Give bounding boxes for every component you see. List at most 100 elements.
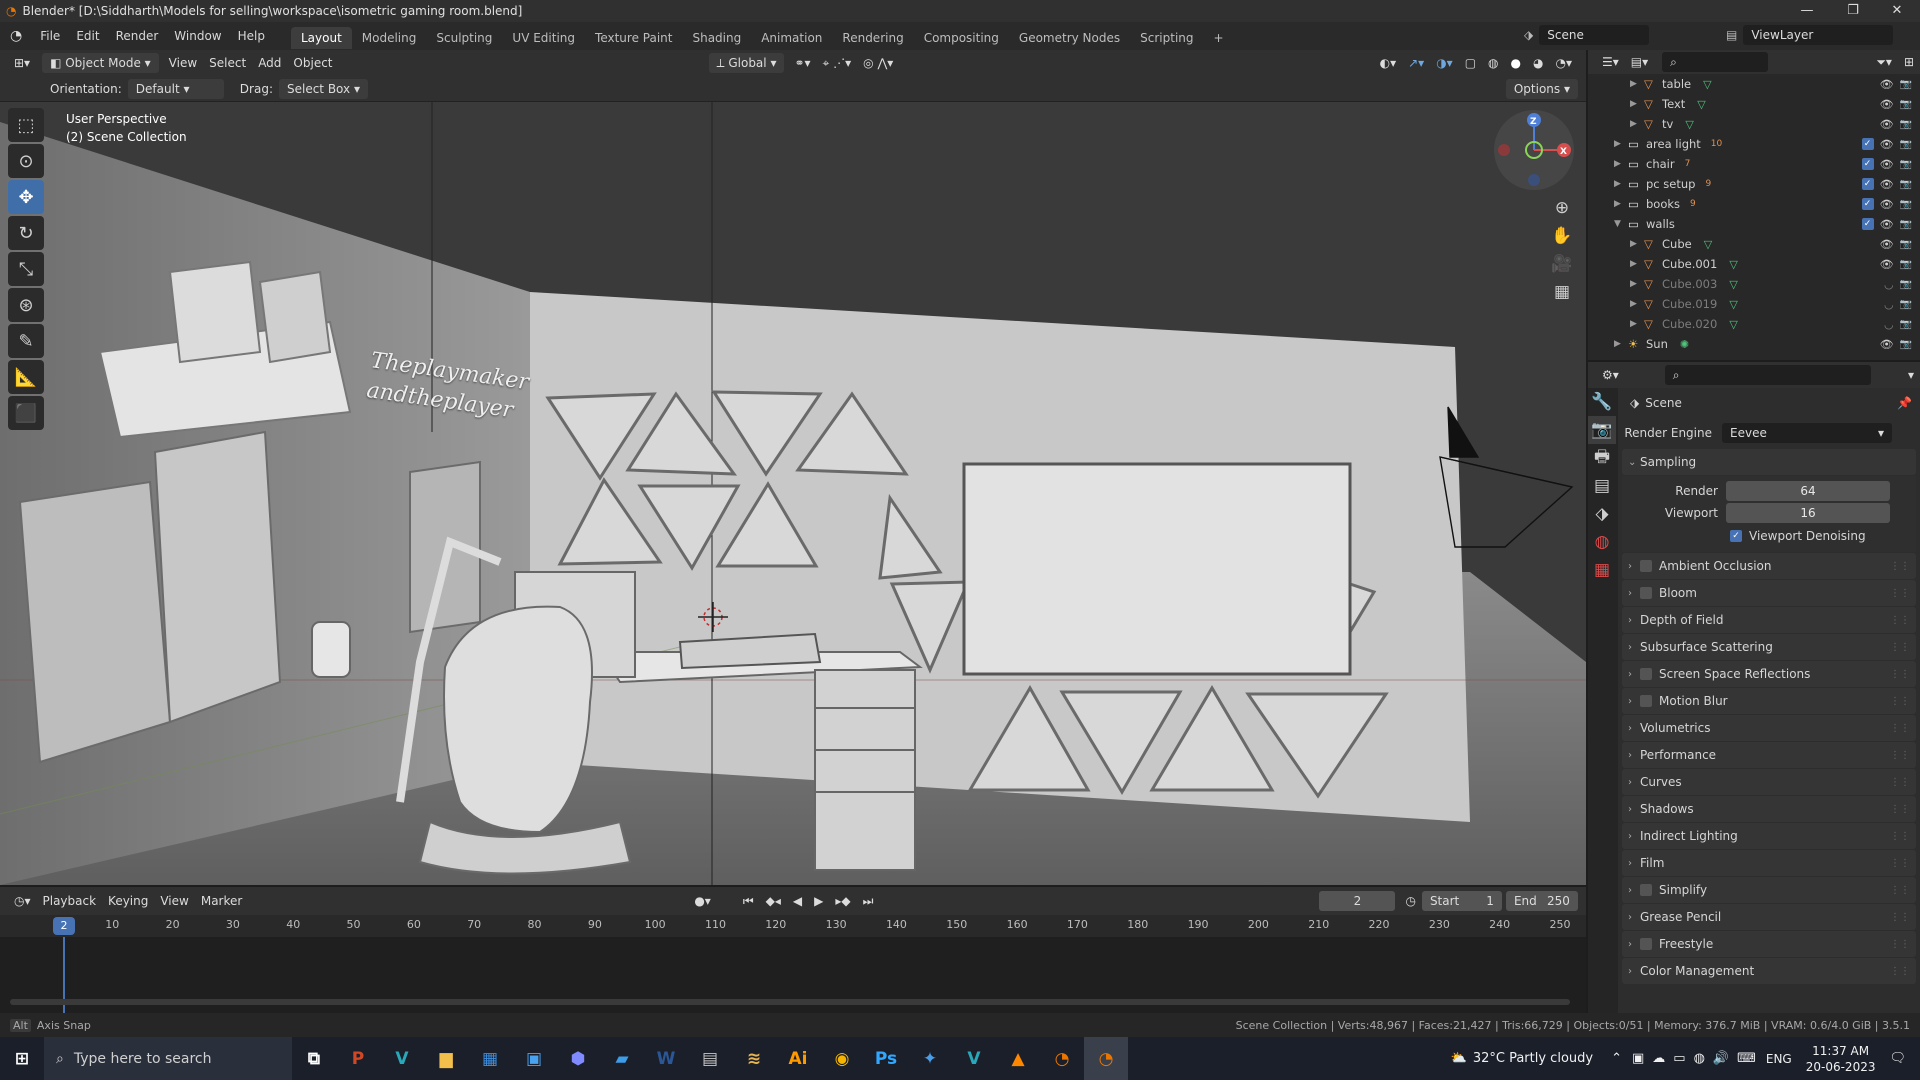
- outliner-row[interactable]: ▶ ▽ Cube ▽ 👁 📷: [1588, 234, 1920, 254]
- jump-keyframe-forward-icon[interactable]: ▸◆: [829, 891, 856, 911]
- current-frame-field[interactable]: 2: [1319, 891, 1396, 911]
- vectorworks-icon[interactable]: V: [380, 1037, 424, 1080]
- render-camera-icon[interactable]: 📷: [1900, 79, 1912, 90]
- transform-orientation-dropdown[interactable]: ⟂ Global ▾: [708, 53, 785, 73]
- eye-icon[interactable]: 👁: [1880, 258, 1894, 271]
- maximize-button[interactable]: ❐: [1830, 0, 1876, 22]
- pin-icon[interactable]: 📌: [1897, 396, 1912, 410]
- weather-text[interactable]: 32°C Partly cloudy: [1473, 1051, 1593, 1066]
- expand-right-icon[interactable]: ▶: [1614, 179, 1628, 189]
- timeline-ruler[interactable]: 2 10 20 30 40 50 60 70 80 90 100 110 120 130 140 150 160…: [0, 915, 1586, 937]
- menu-edit[interactable]: Edit: [68, 22, 107, 50]
- eye-icon[interactable]: 👁: [1880, 158, 1894, 171]
- panel-subsurface-scattering[interactable]: › Subsurface Scattering ⋮⋮: [1622, 634, 1916, 660]
- add-cube-tool-icon[interactable]: ⬛: [8, 396, 44, 430]
- panel-freestyle[interactable]: › Freestyle ⋮⋮: [1622, 931, 1916, 957]
- panel-grease-pencil[interactable]: › Grease Pencil ⋮⋮: [1622, 904, 1916, 930]
- store-icon[interactable]: ▣: [512, 1037, 556, 1080]
- panel-simplify[interactable]: › Simplify ⋮⋮: [1622, 877, 1916, 903]
- render-camera-icon[interactable]: 📷: [1900, 319, 1912, 330]
- cursor-tool-icon[interactable]: ⊙: [8, 144, 44, 178]
- render-samples-field[interactable]: 64: [1726, 481, 1890, 501]
- eye-icon[interactable]: 👁: [1880, 118, 1894, 131]
- view-layer-tab-icon[interactable]: ▤: [1588, 472, 1616, 500]
- outliner-display-mode-icon[interactable]: ▤▾: [1625, 52, 1654, 72]
- view-layer-selector[interactable]: ▤ ViewLayer: [1726, 25, 1897, 45]
- proportional-edit-icon[interactable]: ◎ ⋀▾: [857, 53, 899, 73]
- output-tab-icon[interactable]: 🖶: [1588, 444, 1616, 472]
- drag-grip-icon[interactable]: ⋮⋮: [1890, 561, 1910, 572]
- expand-right-icon[interactable]: ▶: [1630, 79, 1644, 89]
- tab-uv-editing[interactable]: UV Editing: [502, 27, 585, 49]
- expand-right-icon[interactable]: ▶: [1630, 99, 1644, 109]
- panel-enable-checkbox[interactable]: [1640, 560, 1652, 572]
- blender-menu-icon[interactable]: ◔: [0, 28, 32, 44]
- outliner-row[interactable]: ▶ ▽ Cube.001 ▽ 👁 📷: [1588, 254, 1920, 274]
- timeline-editor-icon[interactable]: ◷▾: [8, 891, 37, 911]
- outliner-row[interactable]: ▶ ▭ chair 7 ✓ 👁 📷: [1588, 154, 1920, 174]
- drag-grip-icon[interactable]: ⋮⋮: [1890, 750, 1910, 761]
- scene-name[interactable]: Scene: [1539, 25, 1650, 45]
- overlay-toggle-icon[interactable]: ◑▾: [1430, 53, 1459, 73]
- tray-chevron-icon[interactable]: ⌃: [1611, 1051, 1622, 1066]
- eye-icon[interactable]: 👁: [1880, 178, 1894, 191]
- timeline-menu-keying[interactable]: Keying: [102, 891, 154, 911]
- panel-enable-checkbox[interactable]: [1640, 884, 1652, 896]
- eye-icon[interactable]: 👁: [1880, 78, 1894, 91]
- outliner-row[interactable]: ▶ ☀ Sun ✺ 👁 📷: [1588, 334, 1920, 354]
- tab-layout[interactable]: Layout: [290, 26, 352, 49]
- menu-view[interactable]: View: [163, 53, 203, 73]
- panel-enable-checkbox[interactable]: [1640, 695, 1652, 707]
- panel-motion-blur[interactable]: › Motion Blur ⋮⋮: [1622, 688, 1916, 714]
- expand-right-icon[interactable]: ▶: [1614, 159, 1628, 169]
- menu-window[interactable]: Window: [166, 22, 229, 50]
- scale-tool-icon[interactable]: ⤡: [8, 252, 44, 286]
- battery-icon[interactable]: ▭: [1673, 1051, 1685, 1066]
- timeline-scrollbar[interactable]: [10, 999, 1570, 1005]
- outliner-row[interactable]: ▶ ▭ area light 10 ✓ 👁 📷: [1588, 134, 1920, 154]
- properties-editor-icon[interactable]: ⚙▾: [1596, 365, 1625, 385]
- drag-grip-icon[interactable]: ⋮⋮: [1890, 939, 1910, 950]
- render-camera-icon[interactable]: 📷: [1900, 139, 1912, 150]
- expand-right-icon[interactable]: ▶: [1630, 279, 1644, 289]
- world-tab-icon[interactable]: ◍: [1588, 528, 1616, 556]
- tab-rendering[interactable]: Rendering: [832, 27, 913, 49]
- render-tab-icon[interactable]: 📷: [1588, 416, 1616, 444]
- scene-selector[interactable]: ⬗ Scene: [1524, 25, 1653, 45]
- outliner-row[interactable]: ▶ ▽ table ▽ 👁 📷: [1588, 74, 1920, 94]
- language-indicator[interactable]: ENG: [1766, 1052, 1792, 1066]
- render-camera-icon[interactable]: 📷: [1900, 239, 1912, 250]
- eye-closed-icon[interactable]: ◡: [1884, 278, 1894, 291]
- panel-performance[interactable]: › Performance ⋮⋮: [1622, 742, 1916, 768]
- notification-icon[interactable]: 🗨: [1889, 1051, 1906, 1066]
- jump-end-icon[interactable]: ⏭: [857, 891, 880, 911]
- outliner-row[interactable]: ▶ ▭ pc setup 9 ✓ 👁 📷: [1588, 174, 1920, 194]
- expand-right-icon[interactable]: ▶: [1614, 199, 1628, 209]
- clock[interactable]: 11:37 AM 20-06-2023: [1806, 1043, 1876, 1075]
- tab-shading[interactable]: Shading: [682, 27, 751, 49]
- render-camera-icon[interactable]: 📷: [1900, 199, 1912, 210]
- menu-object[interactable]: Object: [287, 53, 338, 73]
- tab-animation[interactable]: Animation: [751, 27, 832, 49]
- drag-grip-icon[interactable]: ⋮⋮: [1890, 615, 1910, 626]
- render-camera-icon[interactable]: 📷: [1900, 299, 1912, 310]
- drag-grip-icon[interactable]: ⋮⋮: [1890, 588, 1910, 599]
- outliner-row[interactable]: ▼ ▭ walls ✓ 👁 📷: [1588, 214, 1920, 234]
- current-frame-marker[interactable]: 2: [53, 917, 75, 935]
- viewport-samples-field[interactable]: 16: [1726, 503, 1890, 523]
- expand-right-icon[interactable]: ▶: [1614, 139, 1628, 149]
- photoshop-icon[interactable]: Ps: [864, 1037, 908, 1080]
- expand-right-icon[interactable]: ▶: [1630, 239, 1644, 249]
- app-hex-icon[interactable]: ⬢: [556, 1037, 600, 1080]
- drag-grip-icon[interactable]: ⋮⋮: [1890, 966, 1910, 977]
- timeline-menu-playback[interactable]: Playback: [37, 891, 103, 911]
- orientation-dropdown[interactable]: Default ▾: [127, 78, 224, 99]
- tool-tab-icon[interactable]: 🔧: [1588, 388, 1616, 416]
- chrome-icon[interactable]: ◉: [820, 1037, 864, 1080]
- rendered-shading-icon[interactable]: ◔▾: [1550, 53, 1579, 73]
- illustrator-icon[interactable]: Ai: [776, 1037, 820, 1080]
- outliner-editor-icon[interactable]: ☰▾: [1596, 52, 1625, 72]
- timeline-menu-view[interactable]: View: [154, 891, 194, 911]
- panel-volumetrics[interactable]: › Volumetrics ⋮⋮: [1622, 715, 1916, 741]
- texture-tab-icon[interactable]: ▦: [1588, 556, 1616, 584]
